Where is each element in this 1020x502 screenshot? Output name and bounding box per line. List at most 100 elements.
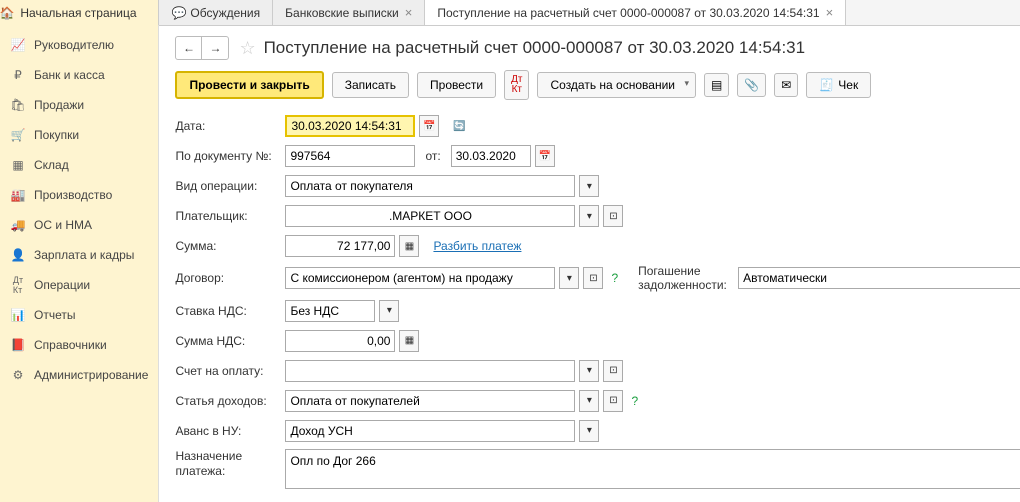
sum-input[interactable] xyxy=(285,235,395,257)
dropdown-icon[interactable]: ▾ xyxy=(579,360,599,382)
main-area: 🏠Начальная страница 💬Обсуждения Банковск… xyxy=(159,0,1020,502)
dtkt-button[interactable]: ДтКт xyxy=(504,70,529,100)
toolbar: Провести и закрыть Записать Провести ДтК… xyxy=(175,70,1020,100)
sidebar-item-operations[interactable]: ДтКт Операции xyxy=(0,270,158,300)
sidebar-item-manager[interactable]: 📈 Руководителю xyxy=(0,30,158,60)
sidebar-item-bank[interactable]: ₽Банк и касса xyxy=(0,60,158,90)
chat-icon: 💬 xyxy=(171,6,186,20)
close-icon[interactable]: × xyxy=(405,5,413,20)
dtkt-icon: ДтКт xyxy=(10,277,26,293)
income-input[interactable] xyxy=(285,390,575,412)
truck-icon: 🚚 xyxy=(10,217,26,233)
check-button[interactable]: 🧾Чек xyxy=(806,72,871,98)
payer-label: Плательщик: xyxy=(175,209,285,223)
sidebar-item-reports[interactable]: 📊 Отчеты xyxy=(0,300,158,330)
repay-label: Погашение задолженности: xyxy=(638,264,738,293)
sidebar-item-assets[interactable]: 🚚ОС и НМА xyxy=(0,210,158,240)
sidebar-label: Справочники xyxy=(34,338,107,352)
vat-sum-input[interactable] xyxy=(285,330,395,352)
close-icon[interactable]: × xyxy=(826,5,834,20)
date-input[interactable] xyxy=(285,115,415,137)
tab-home-real[interactable]: 🏠Начальная страница xyxy=(0,0,159,25)
dropdown-icon[interactable]: ▾ xyxy=(579,420,599,442)
favorite-icon[interactable]: ☆ xyxy=(239,38,255,59)
refresh-icon[interactable]: 🔄 xyxy=(449,115,469,137)
dropdown-icon[interactable]: ▾ xyxy=(579,175,599,197)
content: ← → ☆ Поступление на расчетный счет 0000… xyxy=(159,26,1020,502)
vat-rate-label: Ставка НДС: xyxy=(175,304,285,318)
sidebar-item-purchases[interactable]: 🛒Покупки xyxy=(0,120,158,150)
calc-icon[interactable]: ▦ xyxy=(399,330,419,352)
docnum-input[interactable] xyxy=(285,145,415,167)
save-button[interactable]: Записать xyxy=(332,72,409,98)
docnum-label: По документу №: xyxy=(175,149,285,163)
sidebar-item-warehouse[interactable]: ▦ Склад xyxy=(0,150,158,180)
person-icon: 👤 xyxy=(10,247,26,263)
sidebar-label: Руководителю xyxy=(34,38,114,52)
invoice-input[interactable] xyxy=(285,360,575,382)
payer-input[interactable] xyxy=(285,205,575,227)
from-date-input[interactable] xyxy=(451,145,531,167)
sidebar-label: Продажи xyxy=(34,98,84,112)
advance-label: Аванс в НУ: xyxy=(175,424,285,438)
contract-label: Договор: xyxy=(175,271,285,285)
sidebar-item-production[interactable]: 🏭Производство xyxy=(0,180,158,210)
nav-buttons: ← → xyxy=(175,36,229,60)
open-icon[interactable]: ⊡ xyxy=(603,360,623,382)
home-icon: 🏠 xyxy=(0,6,14,20)
calendar-icon[interactable]: 📅 xyxy=(419,115,439,137)
sidebar-label: Администрирование xyxy=(34,368,148,382)
back-button[interactable]: ← xyxy=(176,37,202,59)
invoice-label: Счет на оплату: xyxy=(175,364,285,378)
purpose-textarea[interactable] xyxy=(285,449,1020,489)
tab-bank-statements[interactable]: Банковские выписки× xyxy=(273,0,425,25)
sidebar-label: Зарплата и кадры xyxy=(34,248,134,262)
sum-label: Сумма: xyxy=(175,239,285,253)
dropdown-icon[interactable]: ▾ xyxy=(379,300,399,322)
bars-icon: 📊 xyxy=(10,307,26,323)
box-icon: ▦ xyxy=(10,157,26,173)
tab-discussions[interactable]: 💬Обсуждения xyxy=(159,0,273,25)
optype-label: Вид операции: xyxy=(175,179,285,193)
advance-input[interactable] xyxy=(285,420,575,442)
contract-input[interactable] xyxy=(285,267,555,289)
tab-receipt[interactable]: Поступление на расчетный счет 0000-00008… xyxy=(425,0,846,25)
sidebar-item-admin[interactable]: ⚙Администрирование xyxy=(0,360,158,390)
split-payment-link[interactable]: Разбить платеж xyxy=(433,239,521,253)
post-button[interactable]: Провести xyxy=(417,72,496,98)
sidebar-item-salary[interactable]: 👤 Зарплата и кадры xyxy=(0,240,158,270)
sidebar-item-sales[interactable]: 🛍 Продажи xyxy=(0,90,158,120)
chart-icon: 📈 xyxy=(10,37,26,53)
help-icon[interactable]: ? xyxy=(611,271,618,285)
register-icon-button[interactable]: ▤ xyxy=(704,73,729,97)
vat-rate-input[interactable] xyxy=(285,300,375,322)
sidebar-label: Банк и касса xyxy=(34,68,105,82)
sidebar-item-refs[interactable]: 📕 Справочники xyxy=(0,330,158,360)
receipt-icon: 🧾 xyxy=(819,78,834,92)
dropdown-icon[interactable]: ▾ xyxy=(559,267,579,289)
tab-bar: 🏠Начальная страница 💬Обсуждения Банковск… xyxy=(159,0,1020,26)
dropdown-icon[interactable]: ▾ xyxy=(579,390,599,412)
dropdown-icon[interactable]: ▾ xyxy=(579,205,599,227)
sidebar-label: Отчеты xyxy=(34,308,75,322)
help-icon[interactable]: ? xyxy=(631,394,638,408)
sidebar-label: Операции xyxy=(34,278,90,292)
sidebar-label: Покупки xyxy=(34,128,79,142)
calendar-icon[interactable]: 📅 xyxy=(535,145,555,167)
title-bar: ← → ☆ Поступление на расчетный счет 0000… xyxy=(175,36,1020,60)
attach-button[interactable]: 📎 xyxy=(737,73,766,97)
repay-input[interactable] xyxy=(738,267,1020,289)
mail-button[interactable]: ✉ xyxy=(774,73,798,97)
open-icon[interactable]: ⊡ xyxy=(603,390,623,412)
sidebar: ≡Главное 📈Руководителю ₽Банк и касса 🛍Пр… xyxy=(0,0,159,502)
open-icon[interactable]: ⊡ xyxy=(603,205,623,227)
calc-icon[interactable]: ▦ xyxy=(399,235,419,257)
forward-button[interactable]: → xyxy=(202,37,228,59)
sidebar-label: Склад xyxy=(34,158,69,172)
book-icon: 📕 xyxy=(10,337,26,353)
open-icon[interactable]: ⊡ xyxy=(583,267,603,289)
bag-icon: 🛍 xyxy=(10,97,26,113)
optype-input[interactable] xyxy=(285,175,575,197)
create-based-button[interactable]: Создать на основании xyxy=(537,72,696,98)
post-and-close-button[interactable]: Провести и закрыть xyxy=(175,71,323,99)
